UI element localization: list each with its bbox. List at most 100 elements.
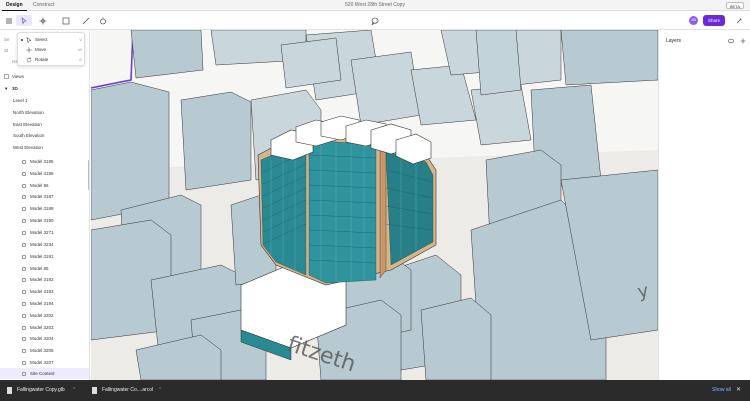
cursor-icon	[26, 37, 32, 43]
downloads-bar: Fallingwater Copy.glb ⌃ Fallingwater Co.…	[0, 380, 750, 401]
checkbox[interactable]	[22, 255, 26, 259]
model-item[interactable]: Model 3203	[0, 322, 89, 333]
model-item[interactable]: Model 3234	[0, 239, 89, 250]
avatar[interactable]: AB	[689, 16, 698, 25]
view-item[interactable]: West Elevation	[0, 142, 89, 153]
model-item[interactable]: Model 3192	[0, 274, 89, 285]
model-item[interactable]: Model 3202	[0, 310, 89, 321]
settings-icon[interactable]	[733, 15, 744, 26]
model-item[interactable]: Model 3185	[0, 156, 89, 167]
model-item[interactable]: Model 3187	[0, 191, 89, 202]
menu-item-label: Rotate	[35, 57, 49, 62]
select-tool-icon[interactable]	[16, 15, 32, 26]
view-item[interactable]: South Elevation	[0, 130, 89, 141]
download-item[interactable]: Fallingwater Co....arcol	[102, 380, 153, 401]
checkbox[interactable]	[22, 337, 26, 341]
menu-item-select[interactable]: Select V	[18, 35, 86, 45]
document-title: 520 West 28th Street Copy	[345, 2, 405, 8]
checkbox[interactable]	[22, 361, 26, 365]
menu-icon[interactable]	[3, 15, 14, 26]
share-button[interactable]: Share	[703, 15, 725, 26]
model-item[interactable]: Model 3271	[0, 227, 89, 238]
model-item[interactable]: Model 3207	[0, 357, 89, 368]
shape-tool-icon[interactable]	[58, 15, 73, 26]
view-item[interactable]: Level 1	[0, 95, 89, 106]
close-icon[interactable]: ✕	[736, 380, 741, 401]
checkbox[interactable]	[22, 278, 26, 282]
add-layer-icon[interactable]	[740, 38, 746, 44]
layers-title: Layers	[666, 38, 682, 44]
selected-dot-icon	[21, 39, 23, 41]
checkbox[interactable]	[22, 290, 26, 294]
shortcut-key: E	[79, 57, 82, 62]
model-label: Model 3192	[30, 277, 54, 282]
sidebar: Se St Issues Board Views ▾ 3D Level 1 No…	[0, 30, 90, 380]
shortcut-key: V	[79, 37, 82, 42]
checkbox[interactable]	[22, 160, 26, 164]
model-label: Model 3193	[30, 289, 54, 294]
pen-tool-icon[interactable]	[78, 15, 94, 26]
checkbox[interactable]	[22, 349, 26, 353]
view-item[interactable]: East Elevation	[0, 119, 89, 130]
chevron-down-icon: ▾	[5, 86, 8, 91]
model-item[interactable]: Model 85	[0, 263, 89, 274]
file-icon	[92, 387, 97, 394]
model-item[interactable]: Model 3204	[0, 333, 89, 344]
3d-viewport[interactable]: fitzeth y	[91, 30, 658, 380]
bucket-tool-icon[interactable]	[97, 15, 108, 26]
download-item[interactable]: Fallingwater Copy.glb	[17, 380, 65, 401]
checkbox[interactable]	[22, 243, 26, 247]
views-header[interactable]: Views	[0, 71, 89, 82]
model-item[interactable]: Model 3188	[0, 203, 89, 214]
model-label: Model 3202	[30, 313, 54, 318]
model-label: Model 3194	[30, 301, 54, 306]
checkbox[interactable]	[22, 195, 26, 199]
show-all-link[interactable]: Show all	[712, 380, 731, 401]
model-label: Model 3188	[30, 206, 54, 211]
menu-item-label: Move	[35, 47, 47, 52]
checkbox[interactable]	[22, 207, 26, 211]
layers-toggle-icon[interactable]	[728, 38, 734, 44]
3d-scene[interactable]: fitzeth y	[91, 30, 658, 380]
model-item[interactable]: Model 3205	[0, 345, 89, 356]
checkbox[interactable]	[22, 302, 26, 306]
model-item[interactable]: Model 3186	[0, 168, 89, 179]
rotate-icon	[26, 57, 32, 63]
checkbox[interactable]	[22, 219, 26, 223]
views-icon	[4, 74, 9, 79]
checkbox[interactable]	[22, 372, 26, 376]
checkbox[interactable]	[22, 172, 26, 176]
layers-panel: Layers	[658, 30, 750, 380]
chevron-up-icon[interactable]: ⌃	[158, 380, 162, 401]
tool-menu: Select V Move W Rotate E	[17, 32, 85, 66]
model-item[interactable]: Model 3193	[0, 286, 89, 297]
views-label: Views	[12, 74, 24, 79]
move-tool-icon[interactable]	[37, 15, 48, 26]
model-item[interactable]: Model 3191	[0, 251, 89, 262]
sidebar-scrollbar[interactable]	[88, 160, 89, 190]
model-label: Model 3190	[30, 218, 54, 223]
model-label: Model 3205	[30, 348, 54, 353]
checkbox[interactable]	[22, 314, 26, 318]
checkbox[interactable]	[22, 326, 26, 330]
view-item[interactable]: North Elevation	[0, 107, 89, 118]
site-context-item[interactable]: Site Context	[0, 368, 89, 379]
checkbox[interactable]	[22, 267, 26, 271]
group-3d-label: 3D	[12, 86, 18, 91]
file-icon	[7, 387, 12, 394]
model-label: Model 3207	[30, 360, 54, 365]
model-label: Model 85	[30, 266, 49, 271]
chevron-up-icon[interactable]: ⌃	[72, 380, 76, 401]
model-label: Model 86	[30, 183, 49, 188]
comment-icon[interactable]	[369, 15, 380, 26]
group-3d[interactable]: ▾ 3D	[0, 83, 89, 94]
model-item[interactable]: Model 86	[0, 180, 89, 191]
site-context-label: Site Context	[30, 371, 55, 376]
menu-item-move[interactable]: Move W	[18, 45, 86, 55]
title-bar: Design Construct 520 West 28th Street Co…	[0, 0, 750, 11]
menu-item-rotate[interactable]: Rotate E	[18, 55, 86, 65]
checkbox[interactable]	[22, 184, 26, 188]
checkbox[interactable]	[22, 231, 26, 235]
model-item[interactable]: Model 3190	[0, 215, 89, 226]
model-item[interactable]: Model 3194	[0, 298, 89, 309]
